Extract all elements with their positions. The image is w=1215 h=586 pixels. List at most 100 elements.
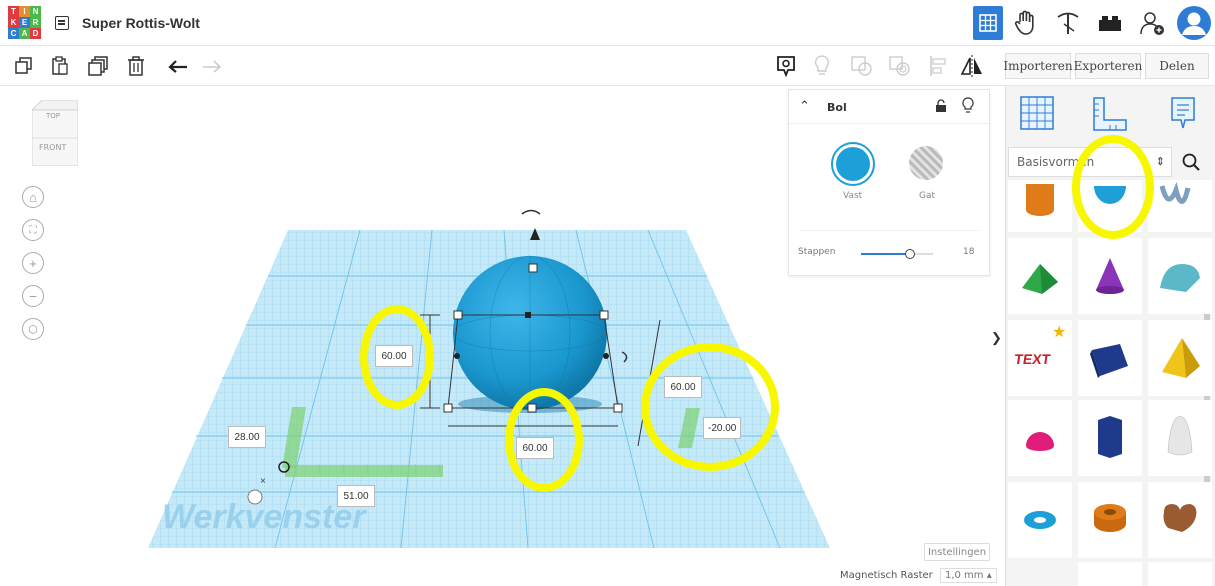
solid-label: Vast (843, 191, 863, 201)
shape-half-sphere[interactable] (1008, 400, 1072, 476)
note-icon (777, 56, 795, 77)
group-button[interactable] (850, 54, 874, 78)
delete-button[interactable] (124, 54, 148, 78)
logo-letter: A (19, 28, 30, 39)
ungroup-button[interactable] (888, 54, 912, 78)
shape-text[interactable]: TEXT ★ (1008, 320, 1072, 396)
align-button[interactable] (926, 54, 950, 78)
bricks-button[interactable] (1091, 4, 1129, 42)
workplane-tool-icon[interactable] (1020, 96, 1054, 130)
fit-view-button[interactable]: ⛶ (22, 219, 44, 241)
solid-option[interactable] (831, 142, 875, 186)
home-view-button[interactable]: ⌂ (22, 186, 44, 208)
notes-tool-icon[interactable] (1170, 96, 1196, 130)
snap-grid-select[interactable]: 1,0 mm ▴ (939, 568, 997, 583)
duplicate-icon (88, 56, 108, 76)
shape-polygon[interactable] (1078, 400, 1142, 476)
heart-icon (1163, 504, 1197, 532)
y-position-input[interactable]: 28.00 (228, 426, 266, 448)
shape-tube[interactable] (1078, 482, 1142, 558)
svg-text:×: × (260, 476, 266, 487)
mirror-button[interactable] (960, 54, 984, 78)
lock-icon[interactable] (935, 99, 947, 113)
polygon-icon (1098, 416, 1122, 458)
duplicate-button[interactable] (86, 54, 110, 78)
align-icon (930, 56, 946, 76)
shape-roof[interactable] (1008, 238, 1072, 314)
import-button[interactable]: Importeren (1003, 53, 1073, 79)
highlight-circle-sphere-shape (1072, 135, 1154, 239)
shape-cone[interactable] (1078, 238, 1142, 314)
shape-cylinder[interactable] (1008, 180, 1072, 232)
top-bar: TINKERCAD Super Rottis-Wolt (0, 0, 1215, 46)
steps-slider[interactable] (861, 249, 933, 259)
box-icon (1090, 344, 1128, 378)
hole-label: Gat (919, 191, 936, 201)
shape-pyramid[interactable] (1148, 320, 1212, 396)
svg-text:TEXT: TEXT (1013, 351, 1051, 367)
rotate-arrow-icon[interactable] (521, 209, 541, 215)
shape-heart[interactable] (1148, 482, 1212, 558)
shape-scribble[interactable] (1148, 180, 1212, 232)
view-cube-icon (31, 99, 79, 167)
user-avatar[interactable] (1175, 4, 1213, 42)
sim-lab-button[interactable] (1007, 4, 1045, 42)
shape-box[interactable] (1078, 320, 1142, 396)
collapse-chevron-icon[interactable]: ⌃ (799, 98, 810, 114)
shape-next-row-2[interactable] (1148, 562, 1212, 586)
view-cube-front-label: FRONT (39, 143, 67, 152)
export-button[interactable]: Exporteren (1074, 53, 1142, 79)
zoom-out-button[interactable]: − (22, 285, 44, 307)
inspector-shape-name: Bol (827, 101, 847, 114)
shape-round-roof[interactable] (1148, 238, 1212, 314)
x-position-input[interactable]: 51.00 (337, 485, 375, 507)
show-all-button[interactable] (810, 54, 834, 78)
search-icon (1182, 153, 1200, 171)
notes-button[interactable] (774, 54, 798, 78)
solid-color-swatch (836, 147, 870, 181)
workplane-label: Werkvenster (162, 498, 366, 536)
shape-torus[interactable] (1008, 482, 1072, 558)
pickaxe-icon (1057, 12, 1079, 34)
3d-design-view-button[interactable] (973, 6, 1003, 40)
pyramid-icon (1162, 338, 1200, 378)
logo-letter: D (30, 28, 41, 39)
design-list-icon[interactable] (55, 16, 69, 30)
select-arrows-icon: ⇕ (1155, 155, 1165, 168)
invite-user-button[interactable] (1133, 4, 1171, 42)
logo-letter: I (19, 6, 30, 17)
copy-button[interactable] (12, 54, 36, 78)
logo-letter: E (19, 17, 30, 28)
logo-letter: T (8, 6, 19, 17)
steps-slider-thumb[interactable] (905, 249, 915, 259)
share-button[interactable]: Delen (1145, 53, 1209, 79)
tinkercad-logo[interactable]: TINKERCAD (8, 6, 41, 39)
hole-option[interactable] (909, 146, 943, 180)
shape-paraboloid[interactable] (1148, 400, 1212, 476)
ruler-tool-icon[interactable] (1092, 96, 1128, 132)
undo-button[interactable] (166, 54, 190, 78)
search-shapes-button[interactable] (1172, 147, 1210, 177)
settings-button[interactable]: Instellingen (924, 543, 990, 561)
inspector-header: ⌃ Bol (789, 90, 989, 124)
paraboloid-icon (1167, 415, 1193, 456)
steps-value: 18 (963, 247, 975, 257)
shape-next-row[interactable] (1078, 562, 1142, 586)
panel-collapse-button[interactable]: ❯ (991, 330, 1002, 346)
redo-button[interactable] (200, 54, 224, 78)
shape-inspector: ⌃ Bol Vast Gat Stappen 18 (788, 89, 990, 276)
highlight-circle-depth (641, 343, 779, 471)
zoom-in-button[interactable]: + (22, 252, 44, 274)
perspective-button[interactable]: ⬡ (22, 318, 44, 340)
roof-icon (1022, 264, 1058, 294)
snap-grid-control: Magnetisch Raster 1,0 mm ▴ (840, 568, 997, 583)
design-title[interactable]: Super Rottis-Wolt (82, 15, 200, 31)
copy-icon (15, 57, 32, 74)
logo-letter: C (8, 28, 19, 39)
minus-icon: − (29, 288, 37, 304)
visibility-bulb-icon[interactable] (962, 97, 974, 114)
paste-button[interactable] (48, 54, 72, 78)
mirror-icon (960, 55, 982, 77)
view-cube[interactable]: TOP FRONT (31, 99, 79, 167)
blocks-button[interactable] (1049, 4, 1087, 42)
